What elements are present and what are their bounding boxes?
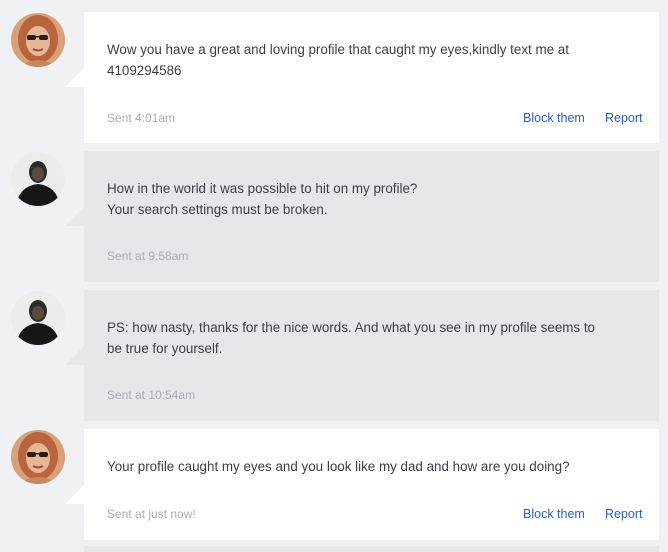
message-text: Your profile caught my eyes and you look… — [107, 457, 629, 478]
sent-time: Sent 4:01am — [107, 111, 176, 125]
man-dark-avatar-icon — [11, 291, 65, 345]
message-text: How in the world it was possible to hit … — [107, 179, 629, 220]
bubble-tail — [65, 67, 85, 87]
message-text: PS: how nasty, thanks for the nice words… — [107, 318, 629, 359]
man-dark-avatar-icon — [11, 152, 65, 206]
woman-sunglasses-avatar-icon — [11, 430, 65, 484]
sent-time: Sent at 9:58am — [107, 249, 189, 263]
sender-avatar[interactable] — [11, 152, 65, 206]
report-link[interactable]: Report — [605, 111, 643, 125]
woman-sunglasses-avatar-icon — [11, 13, 65, 67]
sender-avatar[interactable] — [11, 13, 65, 67]
message-text: Wow you have a great and loving profile … — [107, 40, 629, 81]
message-text-line: How in the world it was possible to hit … — [107, 181, 418, 196]
message-text-line: 4109294586 — [107, 62, 182, 78]
message-text-line: Your search settings must be broken. — [107, 201, 328, 217]
sent-time: Sent at just now! — [107, 507, 196, 521]
message-bubble: Wow you have a great and loving profile … — [65, 12, 659, 143]
message-text-line: Wow you have a great and loving profile … — [107, 42, 569, 57]
next-message-edge — [84, 546, 659, 552]
message-text-line: PS: how nasty, thanks for the nice words… — [107, 320, 596, 335]
message-bubble: Your profile caught my eyes and you look… — [65, 429, 659, 540]
block-them-link[interactable]: Block them — [523, 111, 585, 125]
sender-avatar[interactable] — [11, 291, 65, 345]
message-thread: Wow you have a great and loving profile … — [0, 0, 668, 552]
message-text-line: be true for yourself. — [107, 340, 223, 356]
sent-time: Sent at 10:54am — [107, 388, 196, 402]
message-bubble: PS: how nasty, thanks for the nice words… — [65, 290, 659, 421]
message-bubble: How in the world it was possible to hit … — [65, 151, 659, 282]
message-text-line: Your profile caught my eyes and you look… — [107, 459, 570, 474]
report-link[interactable]: Report — [605, 507, 643, 521]
bubble-tail — [65, 345, 85, 365]
sender-avatar[interactable] — [11, 430, 65, 484]
bubble-tail — [65, 484, 85, 504]
block-them-link[interactable]: Block them — [523, 507, 585, 521]
bubble-tail — [65, 206, 85, 226]
